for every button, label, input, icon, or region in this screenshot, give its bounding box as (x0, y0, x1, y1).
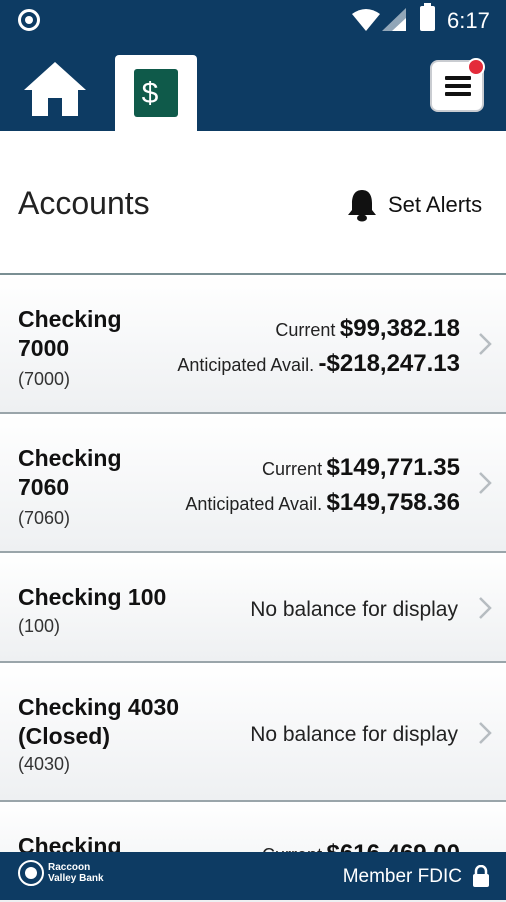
lock-icon (473, 865, 489, 887)
anticipated-balance: Anticipated Avail. $149,758.36 (185, 489, 460, 516)
svg-text:$: $ (142, 77, 159, 110)
page-title: Accounts (18, 185, 150, 221)
account-name: Checking 7000 (18, 306, 122, 361)
no-balance-text: No balance for display (250, 723, 458, 746)
footer: Raccoon Valley Bank Member FDIC (0, 852, 506, 900)
account-row-7060[interactable]: Checking 7060 (7060) Current $149,771.35… (0, 414, 506, 553)
home-button[interactable] (22, 60, 92, 120)
chevron-right-icon (479, 597, 492, 619)
chevron-right-icon (479, 722, 492, 744)
chevron-right-icon (479, 333, 492, 355)
dollar-bills-icon: $ (134, 69, 178, 117)
account-number: (4030) (18, 754, 71, 774)
account-name: Checking 4030 (Closed) (18, 694, 180, 749)
chevron-right-icon (479, 472, 492, 494)
battery-icon (420, 3, 435, 31)
account-number: (7060) (18, 508, 71, 528)
set-alerts-button[interactable]: Set Alerts (346, 187, 482, 223)
menu-button[interactable] (430, 58, 485, 112)
notification-icon (18, 9, 40, 31)
top-nav: $ (0, 42, 506, 131)
status-bar: 6:17 (0, 0, 506, 42)
no-balance-text: No balance for display (250, 598, 458, 621)
home-icon (24, 62, 86, 116)
current-balance: Current $149,771.35 (262, 454, 460, 481)
raccoon-logo-icon (18, 860, 44, 886)
account-list: Checking 7000 (7000) Current $99,382.18 … (0, 273, 506, 902)
hamburger-icon (445, 76, 471, 96)
signal-icon (382, 8, 406, 31)
account-row-4030[interactable]: Checking 4030 (Closed) (4030) No balance… (0, 663, 506, 802)
anticipated-balance: Anticipated Avail. -$218,247.13 (177, 350, 460, 377)
bank-name: Raccoon Valley Bank (48, 862, 104, 884)
account-name: Checking 7060 (18, 445, 122, 500)
tab-accounts[interactable]: $ (115, 55, 197, 131)
set-alerts-label: Set Alerts (388, 192, 483, 217)
wifi-icon (352, 9, 380, 31)
current-balance: Current $99,382.18 (275, 315, 460, 342)
member-fdic-text: Member FDIC (342, 866, 462, 887)
bell-icon (348, 190, 376, 222)
account-number: (7000) (18, 369, 71, 389)
account-row-100[interactable]: Checking 100 (100) No balance for displa… (0, 553, 506, 663)
page-header: Accounts Set Alerts (0, 131, 506, 273)
notification-badge (467, 58, 485, 76)
account-row-7000[interactable]: Checking 7000 (7000) Current $99,382.18 … (0, 275, 506, 414)
bank-logo: Raccoon Valley Bank (18, 860, 104, 886)
clock: 6:17 (447, 8, 490, 33)
account-number: (100) (18, 616, 61, 636)
account-name: Checking 100 (18, 584, 167, 610)
